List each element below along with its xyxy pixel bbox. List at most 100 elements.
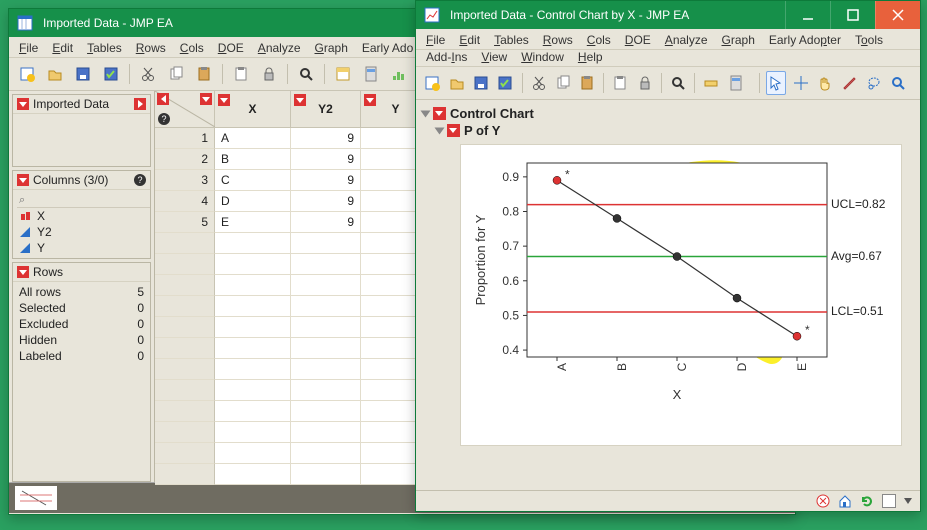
- crosshair-tool-icon[interactable]: [790, 71, 810, 95]
- column-item[interactable]: X: [17, 208, 146, 224]
- menu-early[interactable]: Early Adopter: [769, 33, 841, 47]
- column-item[interactable]: Y: [17, 240, 146, 256]
- grid-corner[interactable]: ?: [155, 91, 215, 128]
- menu-edit[interactable]: Edit: [459, 33, 480, 47]
- panel-menu-icon[interactable]: [134, 98, 146, 110]
- hotspot-icon[interactable]: [447, 124, 460, 137]
- disclosure-icon[interactable]: [421, 110, 431, 117]
- calc-icon[interactable]: [725, 71, 745, 95]
- row-number[interactable]: 1: [155, 128, 215, 149]
- distribution-icon[interactable]: [387, 62, 411, 86]
- hotspot-icon[interactable]: [433, 107, 446, 120]
- menu-window[interactable]: Window: [521, 50, 564, 64]
- paste-icon[interactable]: [577, 71, 597, 95]
- column-item[interactable]: Y2: [17, 224, 146, 240]
- lock-icon[interactable]: [257, 62, 281, 86]
- row-number[interactable]: 3: [155, 170, 215, 191]
- menu-view[interactable]: View: [481, 50, 507, 64]
- cell[interactable]: 9: [291, 212, 361, 233]
- menu-analyze[interactable]: Analyze: [665, 33, 708, 47]
- menu-tools[interactable]: Tools: [855, 33, 883, 47]
- cell[interactable]: 9: [291, 149, 361, 170]
- menu-addins[interactable]: Add-Ins: [426, 50, 467, 64]
- menu-doe[interactable]: DOE: [625, 33, 651, 47]
- cell[interactable]: D: [215, 191, 291, 212]
- rows-toggle-icon[interactable]: [17, 266, 29, 278]
- panel-toggle-icon[interactable]: [17, 98, 29, 110]
- menu-rows[interactable]: Rows: [136, 41, 166, 55]
- clipboard2-icon[interactable]: [229, 62, 253, 86]
- copy-icon[interactable]: [553, 71, 573, 95]
- cell[interactable]: 9: [291, 191, 361, 212]
- disclosure-icon[interactable]: [435, 127, 445, 134]
- cell[interactable]: A: [215, 128, 291, 149]
- new-datatable-icon[interactable]: [15, 62, 39, 86]
- menu-file[interactable]: File: [19, 41, 38, 55]
- menu-cols[interactable]: Cols: [587, 33, 611, 47]
- search-icon[interactable]: [294, 62, 318, 86]
- status-menu-icon[interactable]: [904, 498, 912, 504]
- menu-tables[interactable]: Tables: [87, 41, 122, 55]
- refresh-icon[interactable]: [860, 494, 874, 508]
- menu-help[interactable]: Help: [578, 50, 603, 64]
- paste-icon[interactable]: [192, 62, 216, 86]
- new-datatable-icon[interactable]: [422, 71, 442, 95]
- menubar-front-2[interactable]: Add-Ins View Window Help: [416, 50, 920, 67]
- menu-graph[interactable]: Graph: [315, 41, 348, 55]
- open-icon[interactable]: [446, 71, 466, 95]
- save-icon[interactable]: [71, 62, 95, 86]
- menu-edit[interactable]: Edit: [52, 41, 73, 55]
- maximize-button[interactable]: [830, 1, 875, 29]
- hand-tool-icon[interactable]: [815, 71, 835, 95]
- copy-icon[interactable]: [164, 62, 188, 86]
- row-number[interactable]: 2: [155, 149, 215, 170]
- row-number[interactable]: 4: [155, 191, 215, 212]
- cell[interactable]: E: [215, 212, 291, 233]
- help-icon[interactable]: ?: [134, 174, 146, 186]
- menu-graph[interactable]: Graph: [722, 33, 755, 47]
- minimize-button[interactable]: [785, 1, 830, 29]
- cell[interactable]: 9: [291, 170, 361, 191]
- save-tick-icon[interactable]: [495, 71, 515, 95]
- toolbar-front[interactable]: [416, 67, 920, 100]
- column-header[interactable]: Y2: [291, 91, 361, 128]
- row-number[interactable]: 5: [155, 212, 215, 233]
- menu-cols[interactable]: Cols: [180, 41, 204, 55]
- report-thumbnail[interactable]: [15, 486, 57, 510]
- home-icon[interactable]: [838, 494, 852, 508]
- clipboard2-icon[interactable]: [610, 71, 630, 95]
- brush-tool-icon[interactable]: [839, 71, 859, 95]
- lock-icon[interactable]: [635, 71, 655, 95]
- zoom-tool-icon[interactable]: [888, 71, 908, 95]
- cell[interactable]: C: [215, 170, 291, 191]
- calculator-icon[interactable]: [359, 62, 383, 86]
- save-icon[interactable]: [471, 71, 491, 95]
- control-chart-window[interactable]: Imported Data - Control Chart by X - JMP…: [415, 0, 921, 512]
- section-control-chart-header[interactable]: Control Chart: [422, 106, 914, 121]
- columns-toggle-icon[interactable]: [17, 174, 29, 186]
- search-icon[interactable]: [668, 71, 688, 95]
- cell[interactable]: B: [215, 149, 291, 170]
- datatable-yellow-icon[interactable]: [331, 62, 355, 86]
- control-chart-plot[interactable]: 0.40.50.60.70.80.9ABCDE**XProportion for…: [460, 144, 902, 446]
- menu-analyze[interactable]: Analyze: [258, 41, 301, 55]
- lasso-tool-icon[interactable]: [863, 71, 883, 95]
- status-checkbox[interactable]: [882, 494, 896, 508]
- save-tick-icon[interactable]: [99, 62, 123, 86]
- open-icon[interactable]: [43, 62, 67, 86]
- close-button[interactable]: [875, 1, 920, 29]
- cut-icon[interactable]: [528, 71, 548, 95]
- menu-file[interactable]: File: [426, 33, 445, 47]
- menubar-front-1[interactable]: File Edit Tables Rows Cols DOE Analyze G…: [416, 29, 920, 50]
- titlebar-front[interactable]: Imported Data - Control Chart by X - JMP…: [416, 1, 920, 29]
- menu-early[interactable]: Early Ado: [362, 41, 413, 55]
- cell[interactable]: 9: [291, 128, 361, 149]
- ruler-icon[interactable]: [701, 71, 721, 95]
- menu-tables[interactable]: Tables: [494, 33, 529, 47]
- stop-icon[interactable]: [816, 494, 830, 508]
- section-p-of-y-header[interactable]: P of Y: [436, 123, 914, 138]
- menu-rows[interactable]: Rows: [543, 33, 573, 47]
- cut-icon[interactable]: [136, 62, 160, 86]
- menu-doe[interactable]: DOE: [218, 41, 244, 55]
- columns-search-input[interactable]: [17, 193, 150, 208]
